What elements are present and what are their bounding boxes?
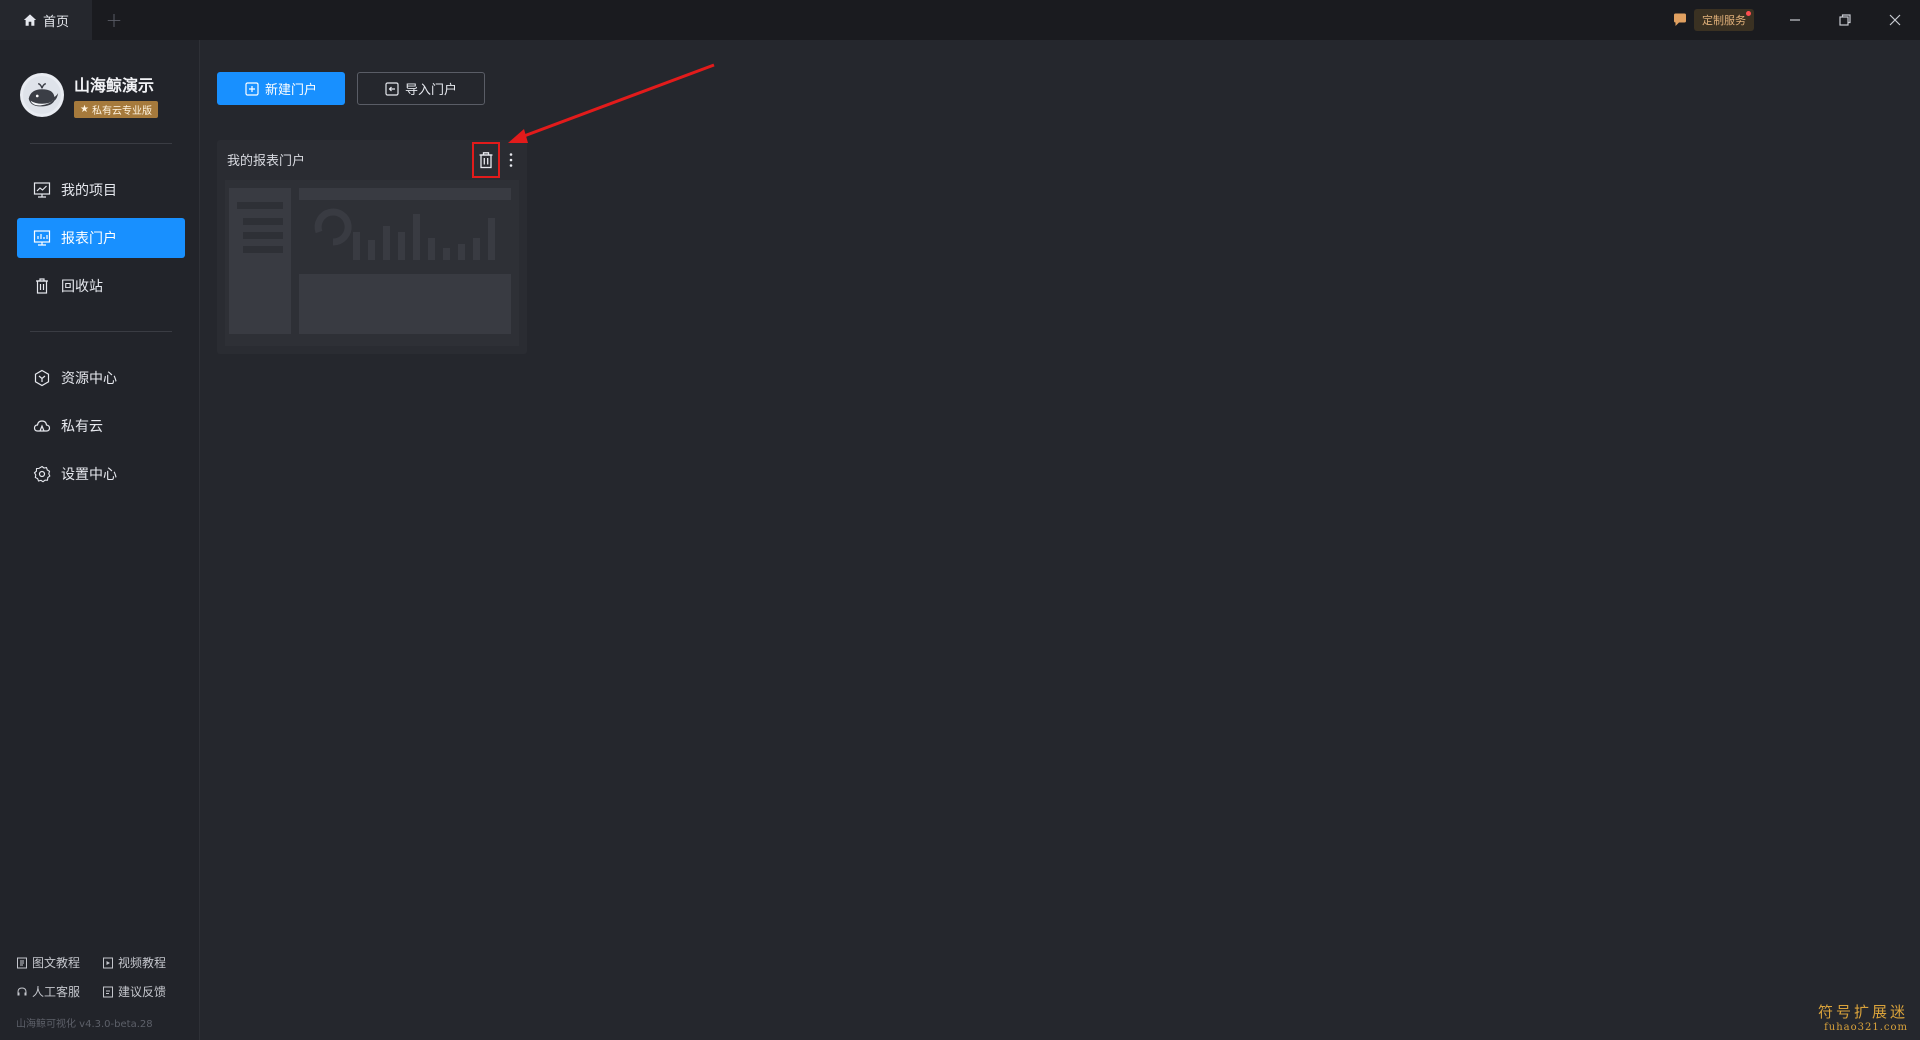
portal-card[interactable]: 我的报表门户 xyxy=(217,140,527,354)
close-button[interactable] xyxy=(1870,0,1920,40)
gear-icon xyxy=(33,465,51,483)
restore-icon xyxy=(1839,14,1851,26)
watermark: 符号扩展迷 fuhao321.com xyxy=(1818,1001,1908,1033)
title-bar: 首页 + 定制服务 xyxy=(0,0,1920,40)
portal-icon xyxy=(33,230,51,246)
sidebar-divider xyxy=(30,331,172,332)
minimize-button[interactable] xyxy=(1770,0,1820,40)
footer-link-label: 图文教程 xyxy=(32,956,81,970)
sidebar-item-label: 资源中心 xyxy=(61,371,117,387)
footer-link-label: 建议反馈 xyxy=(118,985,167,999)
footer-link-label: 人工客服 xyxy=(32,985,81,999)
edition-badge: ★ 私有云专业版 xyxy=(74,101,158,118)
user-profile[interactable]: 山海鲸演示 ★ 私有云专业版 xyxy=(20,72,158,118)
custom-service-label: 定制服务 xyxy=(1694,9,1754,31)
profile-name: 山海鲸演示 xyxy=(74,76,155,95)
help-links: 图文教程 视频教程 人工客服 建议反馈 xyxy=(16,954,196,1000)
sidebar-item-recycle-bin[interactable]: 回收站 xyxy=(17,266,185,306)
new-portal-label: 新建门户 xyxy=(264,83,317,98)
sidebar-item-my-projects[interactable]: 我的项目 xyxy=(17,170,185,210)
dashboard-placeholder-icon xyxy=(229,188,511,334)
watermark-cn: 符号扩展迷 xyxy=(1817,1003,1908,1021)
star-icon: ★ xyxy=(80,104,89,115)
trash-icon xyxy=(36,278,48,294)
add-tab-button[interactable]: + xyxy=(92,0,136,40)
minimize-icon xyxy=(1790,19,1800,21)
custom-service-button[interactable]: 定制服务 xyxy=(1672,9,1754,31)
doc-icon xyxy=(17,957,27,968)
annotation-arrow-icon xyxy=(508,63,715,143)
sidebar-item-label: 设置中心 xyxy=(61,467,117,483)
footer-link-label: 视频教程 xyxy=(118,956,167,970)
whale-logo-icon xyxy=(23,76,61,114)
sidebar-item-resource-center[interactable]: 资源中心 xyxy=(17,358,185,398)
version-label: 山海鲸可视化 v4.3.0-beta.28 xyxy=(16,1019,153,1030)
feedback-icon xyxy=(103,986,113,997)
sidebar-item-label: 回收站 xyxy=(61,279,103,295)
close-icon xyxy=(1889,14,1901,26)
sidebar-divider xyxy=(30,143,172,144)
new-portal-button[interactable]: 新建门户 xyxy=(217,72,345,105)
sidebar-item-label: 私有云 xyxy=(61,419,103,435)
headset-icon xyxy=(17,986,27,995)
cloud-icon xyxy=(33,420,51,432)
hexagon-icon xyxy=(34,369,50,387)
video-icon xyxy=(103,957,113,968)
portal-thumbnail xyxy=(225,180,519,346)
customer-service-link[interactable]: 人工客服 xyxy=(16,983,102,1000)
portal-card-title: 我的报表门户 xyxy=(227,154,306,169)
tab-home-label: 首页 xyxy=(42,14,69,30)
watermark-en: fuhao321.com xyxy=(1824,1022,1908,1033)
sidebar-item-label: 报表门户 xyxy=(61,231,117,247)
home-icon xyxy=(23,14,37,26)
sidebar-item-report-portal[interactable]: 报表门户 xyxy=(17,218,185,258)
sidebar: 山海鲸演示 ★ 私有云专业版 我的项目 报表门户 回收站 资源中心 私有云 设置… xyxy=(0,40,200,1040)
tutorial-docs-link[interactable]: 图文教程 xyxy=(16,954,102,971)
tab-home[interactable]: 首页 xyxy=(0,0,92,40)
sidebar-item-private-cloud[interactable]: 私有云 xyxy=(17,406,185,446)
sidebar-item-label: 我的项目 xyxy=(61,183,117,199)
feedback-link[interactable]: 建议反馈 xyxy=(102,983,188,1000)
sidebar-item-settings[interactable]: 设置中心 xyxy=(17,454,185,494)
chat-bubble-icon xyxy=(1674,13,1686,26)
add-square-icon xyxy=(245,81,259,96)
edition-badge-label: 私有云专业版 xyxy=(91,106,152,117)
restore-button[interactable] xyxy=(1820,0,1870,40)
import-portal-button[interactable]: 导入门户 xyxy=(357,72,485,105)
avatar xyxy=(20,73,64,117)
chart-board-icon xyxy=(33,182,51,198)
import-icon xyxy=(385,81,399,96)
video-tutorial-link[interactable]: 视频教程 xyxy=(102,954,188,971)
import-portal-label: 导入门户 xyxy=(404,83,457,98)
